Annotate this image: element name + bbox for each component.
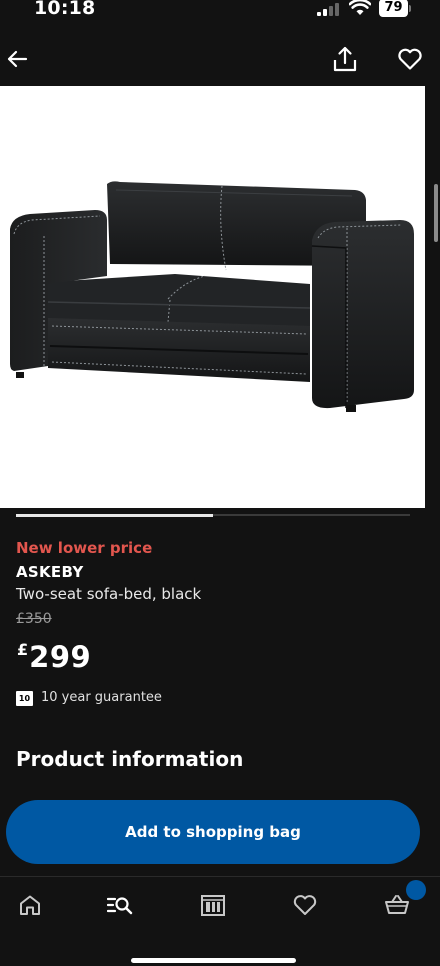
price-amount: 299 [29, 640, 92, 674]
price-currency: £ [17, 640, 29, 659]
current-price: £299 [17, 640, 91, 674]
guarantee-icon: 10 [16, 691, 33, 706]
price-badge: New lower price [16, 539, 153, 557]
rooms-icon[interactable] [200, 893, 226, 917]
add-to-shopping-bag-button[interactable]: Add to shopping bag [6, 800, 420, 864]
wifi-icon [349, 0, 371, 15]
previous-price: £350 [16, 611, 52, 627]
scrollbar-thumb[interactable] [434, 184, 438, 242]
search-list-icon[interactable] [107, 893, 133, 917]
bottom-tab-bar [0, 876, 440, 966]
top-nav-bar [0, 38, 440, 84]
favourites-heart-icon[interactable] [292, 893, 318, 917]
sofa-bed-illustration [10, 181, 414, 412]
bag-notification-dot [406, 880, 426, 900]
guarantee-text: 10 year guarantee [41, 690, 162, 705]
battery-indicator: 79 [379, 0, 408, 17]
cellular-signal-icon [317, 3, 341, 16]
carousel-progress-fill [16, 513, 213, 517]
product-image[interactable] [0, 86, 425, 508]
battery-nub [409, 5, 411, 12]
share-icon[interactable] [331, 45, 359, 73]
status-time: 10:18 [34, 0, 96, 19]
product-information-heading[interactable]: Product information [16, 747, 243, 771]
status-bar: 10:18 79 [0, 0, 440, 30]
shopping-basket-icon[interactable] [384, 893, 410, 917]
home-icon[interactable] [17, 893, 43, 917]
product-description: Two-seat sofa-bed, black [16, 585, 202, 603]
back-arrow-icon[interactable] [5, 47, 29, 71]
home-indicator[interactable] [131, 958, 296, 963]
product-name: ASKEBY [16, 563, 84, 581]
favorite-heart-icon[interactable] [397, 47, 423, 71]
image-carousel-progress [16, 513, 410, 517]
